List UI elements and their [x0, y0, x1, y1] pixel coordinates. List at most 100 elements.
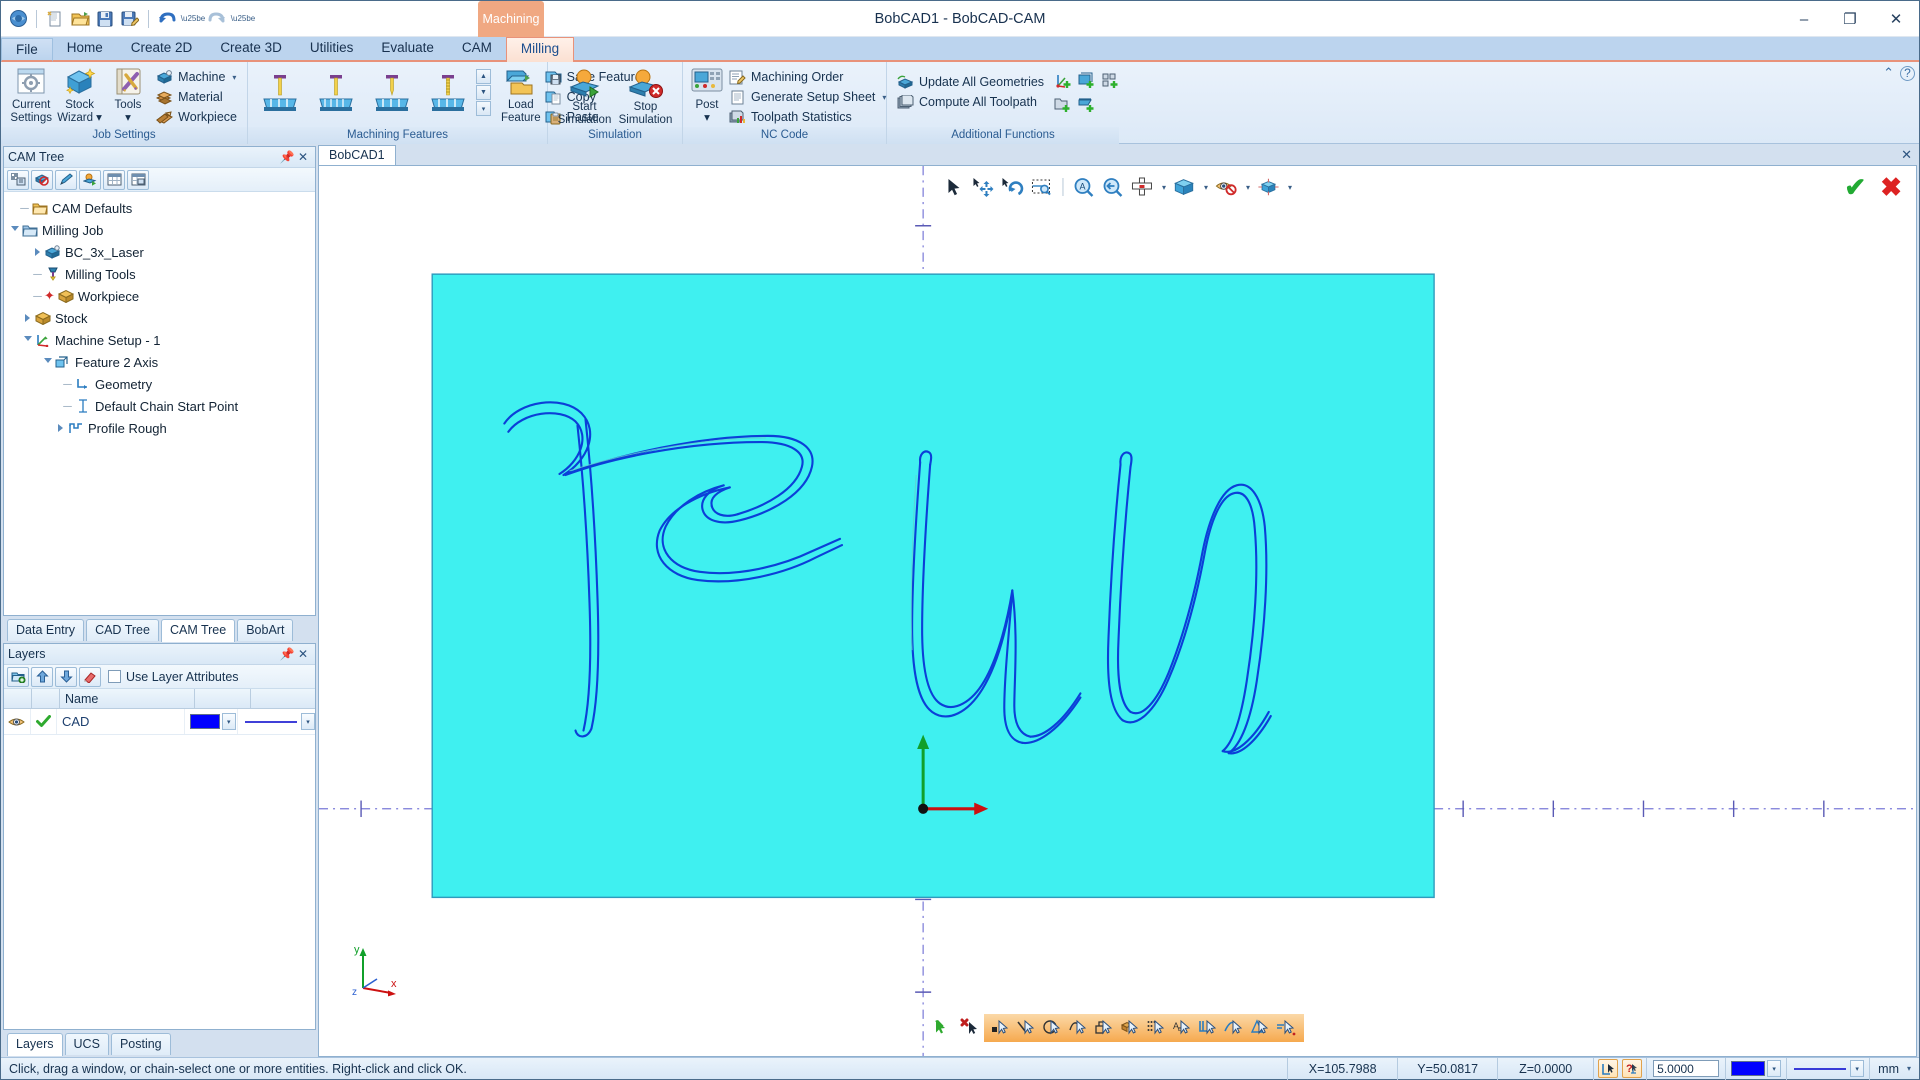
dock-tab-cad-tree[interactable]: CAD Tree [86, 619, 159, 641]
cancel-x-icon[interactable]: ✖ [1880, 174, 1902, 200]
tab-file[interactable]: File [1, 38, 53, 62]
tree-expander[interactable] [54, 424, 67, 432]
save-as-icon[interactable] [119, 8, 141, 30]
help-icon[interactable]: ? [1900, 65, 1915, 81]
gallery-expand-button[interactable]: ▾ [476, 101, 491, 116]
accept-check-icon[interactable]: ✔ [1844, 174, 1866, 200]
tab-home[interactable]: Home [53, 37, 117, 60]
load-feature-button[interactable]: Load Feature [501, 65, 541, 124]
toolpath-statistics-button[interactable]: Toolpath Statistics [725, 107, 890, 127]
tree-expander[interactable] [21, 314, 34, 322]
undo-icon[interactable] [156, 8, 178, 30]
generate-setup-sheet-button[interactable]: Generate Setup Sheet ▾ [725, 87, 890, 107]
snap-mode-icon[interactable] [1598, 1059, 1619, 1078]
use-layer-attributes-checkbox[interactable] [108, 670, 121, 683]
snap-entity-icon[interactable] [1118, 1016, 1144, 1040]
cad-viewport[interactable]: A ▾ ▾ ▾ ▾ ✔ ✖ y x z A a [318, 165, 1917, 1057]
dock-tab-data-entry[interactable]: Data Entry [7, 619, 85, 641]
status-color-picker[interactable]: ▾ [1725, 1057, 1786, 1080]
tree-node-workpiece[interactable]: ─ ✦ Workpiece [4, 285, 315, 307]
add-machine-setup-icon[interactable] [1054, 72, 1072, 92]
status-linestyle-picker[interactable]: ▾ [1786, 1057, 1869, 1080]
view-orientation-caret-icon[interactable]: ▾ [1288, 183, 1292, 192]
snap-accept-icon[interactable] [932, 1016, 958, 1040]
tree-node-default-chain-start-point[interactable]: ─ Default Chain Start Point [4, 395, 315, 417]
select-arrow-icon[interactable] [943, 176, 965, 198]
minimize-button[interactable]: – [1781, 1, 1827, 37]
layers-close-icon[interactable]: ✕ [295, 647, 311, 661]
zoom-previous-icon[interactable] [1102, 176, 1124, 198]
tab-cam[interactable]: CAM [448, 37, 506, 60]
shade-cube-icon[interactable] [1173, 176, 1195, 198]
snap-point-icon[interactable] [988, 1016, 1014, 1040]
status-color-swatch[interactable] [1731, 1061, 1766, 1076]
tree-node-machine-setup-1[interactable]: Machine Setup - 1 [4, 329, 315, 351]
snap-tangent-icon[interactable] [1222, 1016, 1248, 1040]
status-linestyle-dropdown-icon[interactable]: ▾ [1850, 1060, 1865, 1077]
layer-linestyle-cell[interactable]: ▾ [238, 709, 315, 734]
app-menu-icon[interactable] [7, 8, 29, 30]
tree-node-cam-defaults[interactable]: ─ CAM Defaults [4, 197, 315, 219]
cam-tree-tool-report[interactable] [127, 169, 149, 190]
generate-setup-sheet-caret-icon[interactable]: ▾ [882, 93, 886, 102]
document-tab-bobcad1[interactable]: BobCAD1 [318, 145, 396, 165]
cam-tree-tool-defaults[interactable] [7, 169, 29, 190]
feature-button-4[interactable] [422, 69, 474, 117]
snap-cancel-icon[interactable] [958, 1016, 984, 1040]
undo-dropdown-icon[interactable]: \u25be [181, 8, 205, 30]
redo-icon[interactable] [206, 8, 228, 30]
tree-expander[interactable] [8, 225, 21, 235]
cam-tree-view[interactable]: ─ CAM Defaults Milling Job BC_3x_Laser ─… [4, 192, 315, 615]
document-close-icon[interactable]: ✕ [1901, 147, 1912, 163]
add-group-icon[interactable] [1102, 72, 1120, 92]
zoom-all-icon[interactable]: A [1073, 176, 1095, 198]
start-simulation-button[interactable]: Start Simulation [554, 65, 615, 126]
snap-grid-icon[interactable] [1144, 1016, 1170, 1040]
tree-expander[interactable] [31, 248, 44, 256]
layer-active-icon[interactable] [31, 709, 57, 734]
drawing-canvas[interactable] [319, 166, 1916, 1056]
current-settings-button[interactable]: Current Settings [7, 65, 55, 124]
stop-simulation-button[interactable]: Stop Simulation [615, 65, 676, 126]
tree-node-geometry[interactable]: ─ Geometry [4, 373, 315, 395]
close-button[interactable]: ✕ [1873, 1, 1919, 37]
add-plane-icon[interactable] [1078, 96, 1096, 116]
tab-milling[interactable]: Milling [505, 37, 575, 62]
tree-node-feature-2-axis[interactable]: Feature 2 Axis [4, 351, 315, 373]
snap-center-icon[interactable] [1040, 1016, 1066, 1040]
post-button[interactable]: Post ▾ [689, 65, 725, 124]
tree-node-milling-job[interactable]: Milling Job [4, 219, 315, 241]
use-layer-attributes-row[interactable]: Use Layer Attributes [108, 670, 239, 684]
delete-layer-icon[interactable] [79, 666, 101, 687]
compute-all-toolpath-button[interactable]: Compute All Toolpath [893, 92, 1048, 112]
cam-tree-tool-simulate[interactable] [79, 169, 101, 190]
thickness-field[interactable]: 5.0000 [1646, 1057, 1725, 1080]
tools-button[interactable]: Tools ▾ [104, 65, 152, 124]
layer-name-cell[interactable]: CAD [57, 709, 185, 734]
table-row[interactable]: CAD ▾ ▾ [4, 709, 315, 735]
gallery-scroll-up-button[interactable]: ▲ [476, 69, 491, 84]
cam-tree-close-icon[interactable]: ✕ [295, 150, 311, 164]
view-orientation-icon[interactable] [1257, 176, 1279, 198]
layer-linestyle-dropdown-icon[interactable]: ▾ [301, 713, 315, 730]
tab-create-3d[interactable]: Create 3D [206, 37, 296, 60]
open-icon[interactable] [69, 8, 91, 30]
tree-node-stock[interactable]: Stock [4, 307, 315, 329]
machine-caret-icon[interactable]: ▾ [232, 73, 236, 82]
pan-icon[interactable] [972, 176, 994, 198]
units-selector[interactable]: mm ▾ [1869, 1057, 1919, 1080]
context-help-icon[interactable]: ? [1622, 1059, 1643, 1078]
feature-button-2[interactable] [310, 69, 362, 117]
layers-pin-icon[interactable]: 📌 [279, 647, 295, 661]
bottom-tab-posting[interactable]: Posting [110, 1033, 171, 1055]
machining-order-button[interactable]: Machining Order [725, 67, 890, 87]
cam-tree-tool-grid[interactable] [103, 169, 125, 190]
update-all-geometries-button[interactable]: Update All Geometries [893, 72, 1048, 92]
material-button[interactable]: Material [152, 87, 241, 107]
workpiece-button[interactable]: Workpiece [152, 107, 241, 127]
bottom-tab-ucs[interactable]: UCS [64, 1033, 109, 1055]
add-folder-icon[interactable] [1054, 96, 1072, 116]
move-layer-down-icon[interactable] [55, 666, 77, 687]
stock-wizard-button[interactable]: Stock Wizard ▾ [55, 65, 103, 124]
layer-color-swatch[interactable] [189, 714, 220, 729]
